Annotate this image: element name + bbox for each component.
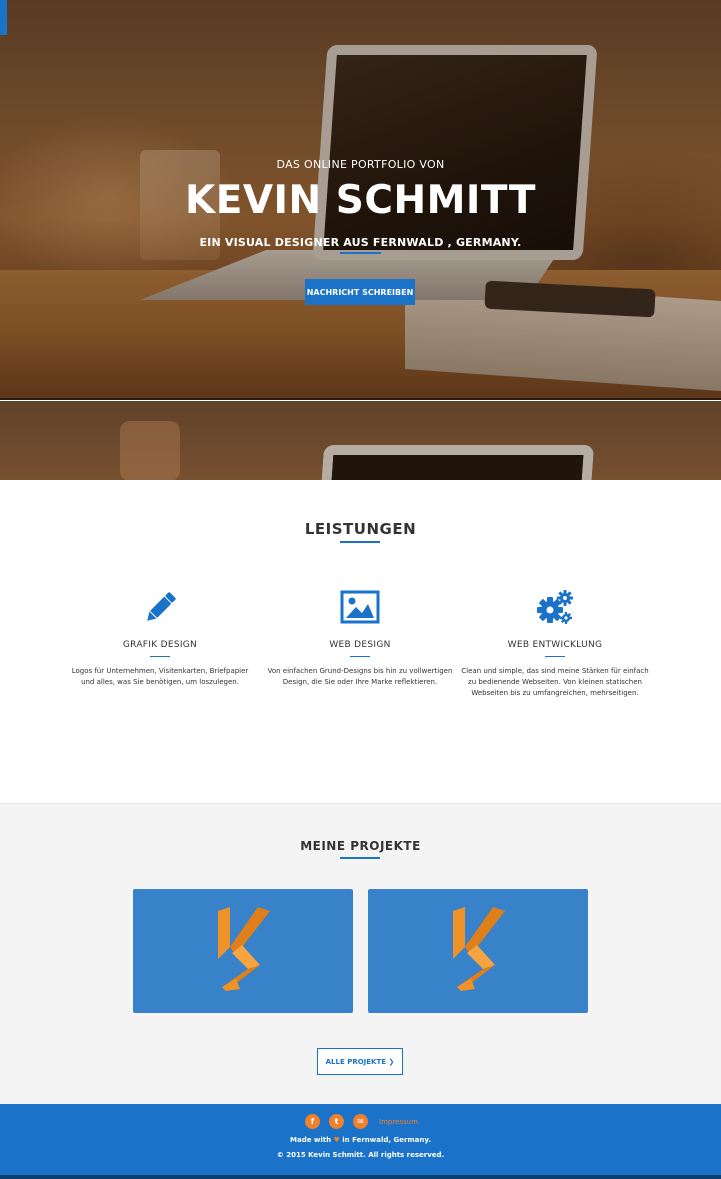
services-section: LEISTUNGEN GRAFIK DESIGN Logos für Unter… [0, 480, 721, 803]
footer: f t ✉ Impressum Made with ♥ in Fernwald,… [0, 1104, 721, 1179]
twitter-icon[interactable]: t [329, 1114, 344, 1129]
hero-bottom-edge [0, 398, 721, 400]
band-overlay [0, 401, 721, 480]
made-with-text: Made with ♥ in Fernwald, Germany. [0, 1136, 721, 1144]
hero-section: DAS ONLINE PORTFOLIO VON KEVIN SCHMITT E… [0, 0, 721, 400]
service-divider [545, 656, 565, 657]
image-band [0, 401, 721, 480]
service-name: WEB ENTWICKLUNG [507, 640, 603, 650]
footer-bottom-edge [0, 1175, 721, 1179]
service-name: WEB DESIGN [329, 640, 391, 650]
made-prefix: Made with [290, 1136, 334, 1144]
all-projects-button[interactable]: ALLE PROJEKTE ❯ [317, 1048, 403, 1075]
service-description: Clean und simple, das sind meine Stärken… [461, 667, 649, 697]
impressum-link[interactable]: Impressum [379, 1118, 418, 1126]
ks-logo-icon [453, 907, 505, 991]
service-description: Von einfachen Grund-Designs bis hin zu v… [267, 667, 453, 686]
message-button[interactable]: NACHRICHT SCHREIBEN [305, 279, 415, 305]
ks-logo-icon [218, 907, 270, 991]
services-title: LEISTUNGEN [304, 520, 417, 538]
projects-title: MEINE PROJEKTE [300, 839, 421, 853]
hero-content: DAS ONLINE PORTFOLIO VON KEVIN SCHMITT E… [0, 0, 721, 400]
service-name: GRAFIK DESIGN [122, 640, 198, 650]
social-links: f t ✉ Impressum [305, 1114, 418, 1129]
copyright: © 2015 Kevin Schmitt. All rights reserve… [276, 1151, 445, 1159]
project-card-2[interactable] [368, 889, 588, 1013]
hero-kicker: DAS ONLINE PORTFOLIO VON [276, 158, 445, 171]
project-card-1[interactable] [133, 889, 353, 1013]
mail-icon[interactable]: ✉ [353, 1114, 368, 1129]
hero-divider [340, 252, 381, 254]
pencil-icon [147, 592, 176, 621]
gears-icon [537, 590, 573, 624]
projects-section: MEINE PROJEKTE ALLE PROJEKTE ❯ [0, 803, 721, 1104]
service-divider [150, 656, 170, 657]
made-suffix: in Fernwald, Germany. [339, 1136, 431, 1144]
service-divider [350, 656, 370, 657]
services-divider [340, 541, 380, 543]
hero-subtitle: EIN VISUAL DESIGNER AUS FERNWALD , GERMA… [199, 236, 522, 249]
facebook-icon[interactable]: f [305, 1114, 320, 1129]
projects-divider [340, 857, 380, 859]
service-description: Logos für Unternehmen, Visitenkarten, Br… [71, 667, 249, 686]
image-icon [340, 590, 380, 624]
hero-title: KEVIN SCHMITT [184, 178, 537, 223]
